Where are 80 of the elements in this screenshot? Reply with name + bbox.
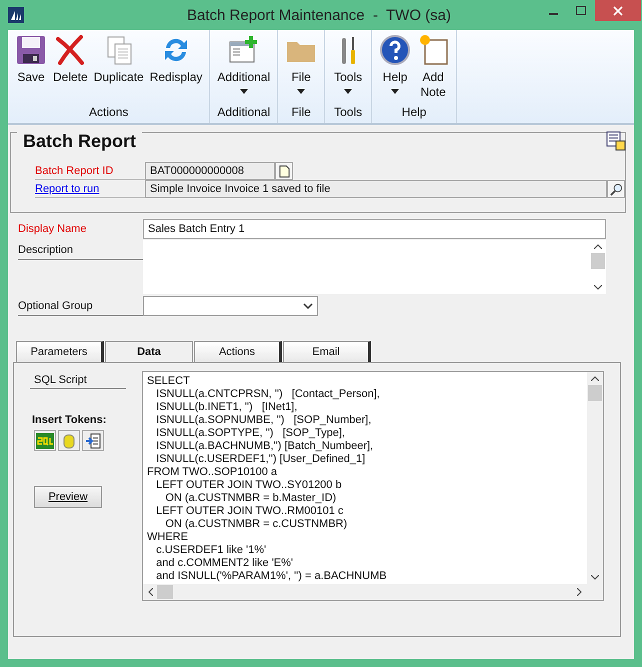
scroll-thumb[interactable]	[157, 585, 173, 599]
minimize-icon	[548, 13, 558, 15]
code-line: and ISNULL('%PARAM1%', '') = a.BACHNUMB	[155, 570, 388, 583]
code-line: ISNULL(a.SOPTYPE, '') [SOP_Type],	[155, 427, 346, 440]
sql-icon	[36, 432, 54, 448]
ribbon-button[interactable]: Save	[12, 30, 50, 105]
group-label: Tools	[334, 105, 362, 121]
code-line: ISNULL(c.USERDEF1,'') [User_Defined_1]	[155, 453, 366, 466]
scrollbar[interactable]	[143, 584, 587, 600]
sql-script-editor[interactable]	[142, 371, 604, 601]
scroll-thumb[interactable]	[588, 385, 602, 401]
sql-token-button[interactable]	[34, 430, 56, 451]
optional-group-dropdown[interactable]	[143, 296, 318, 316]
code-line: WHERE	[147, 531, 189, 544]
display-name-field[interactable]: Sales Batch Entry 1	[143, 219, 606, 239]
code-line: and c.COMMENT2 like 'E%'	[155, 557, 294, 570]
code-line: LEFT OUTER JOIN TWO..RM00101 c	[155, 505, 344, 518]
tab[interactable]: Parameters	[16, 341, 104, 362]
scroll-down-icon	[591, 575, 599, 580]
group-label: Help	[402, 105, 426, 121]
tab[interactable]: Actions	[194, 341, 282, 362]
ribbon-button[interactable]: Add Note	[414, 30, 452, 105]
code-line: ISNULL(a.SOPNUMBE, '') [SOP_Number],	[155, 414, 372, 427]
batch-report-id-field[interactable]: BAT000000000008	[145, 162, 275, 180]
ribbon-button[interactable]: Tools	[329, 30, 368, 105]
description-field[interactable]	[143, 240, 606, 294]
group-label: Additional	[217, 105, 270, 121]
code-line: ISNULL(b.INET1, '') [INet1],	[155, 401, 298, 414]
document-icon	[278, 164, 290, 178]
code-line: ON (a.CUSTNMBR = c.CUSTNMBR)	[164, 518, 348, 531]
cross-icon	[54, 34, 86, 66]
new-document-button[interactable]	[275, 162, 293, 180]
lookup-button[interactable]	[607, 180, 625, 198]
group-label: Actions	[89, 105, 128, 121]
insert-field-token-button[interactable]	[82, 430, 104, 451]
ribbon-button[interactable]: Duplicate	[90, 30, 147, 105]
database-icon	[63, 432, 75, 448]
scroll-up-icon	[594, 244, 602, 249]
ribbon-button[interactable]: Help	[376, 30, 414, 105]
code-line: ISNULL(a.BACHNUMB,'') [Batch_Numbeer],	[155, 440, 374, 453]
scrollbar[interactable]	[587, 372, 603, 600]
tab[interactable]: Email	[283, 341, 371, 362]
report-to-run-field[interactable]: Simple Invoice Invoice 1 saved to file	[145, 180, 607, 198]
field-label: SQL Script	[30, 371, 126, 389]
preview-button[interactable]: Preview	[34, 486, 102, 508]
tab[interactable]: Data	[105, 341, 193, 362]
scroll-down-icon	[594, 285, 602, 290]
chevron-down-icon	[303, 303, 313, 309]
code-line: c.USERDEF1 like '1%'	[155, 544, 268, 557]
insert-document-icon	[85, 432, 101, 448]
scroll-thumb[interactable]	[591, 253, 605, 269]
close-button[interactable]	[595, 0, 641, 21]
search-icon	[610, 182, 622, 196]
note-icon	[417, 34, 450, 66]
code-line: LEFT OUTER JOIN TWO..SY01200 b	[155, 479, 343, 492]
code-line: ON (a.CUSTNMBR = b.Master_ID)	[164, 492, 338, 505]
ribbon-button[interactable]: Additional	[214, 30, 274, 105]
close-icon	[613, 6, 623, 16]
scroll-left-icon	[148, 588, 153, 596]
window-title: Batch Report Maintenance - TWO (sa)	[186, 6, 452, 24]
group-label: File	[291, 105, 311, 121]
ribbon-button[interactable]: Delete	[50, 30, 91, 105]
app-logo-icon	[8, 7, 24, 23]
maximize-icon	[576, 6, 586, 16]
code-line: FROM TWO..SOP10100 a	[147, 466, 278, 479]
help-icon	[379, 34, 412, 66]
code-line: ISNULL(a.CNTCPRSN, '') [Contact_Person],	[155, 388, 381, 401]
list-calendar-icon	[606, 131, 626, 151]
caret-icon	[344, 89, 352, 94]
field-label: Display Name	[18, 222, 88, 237]
caret-icon	[240, 89, 248, 94]
ribbon-button[interactable]: Redisplay	[146, 30, 206, 105]
section-title: Batch Report	[17, 131, 142, 152]
ribbon-button[interactable]: File	[282, 30, 320, 105]
caret-icon	[391, 89, 400, 94]
insert-tokens-label: Insert Tokens:	[32, 414, 108, 426]
code-line: SELECT	[147, 375, 191, 388]
scroll-up-icon	[591, 376, 599, 381]
caret-icon	[297, 89, 306, 94]
scroll-right-icon	[577, 588, 582, 596]
